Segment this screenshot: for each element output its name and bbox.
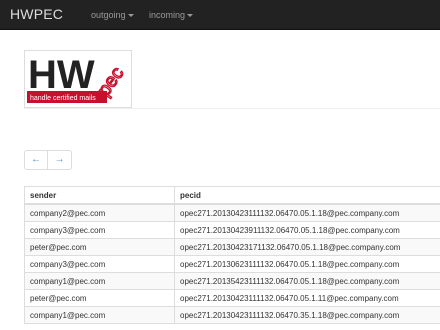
column-header-sender[interactable]: sender: [24, 186, 175, 205]
sender-cell: company1@pec.com: [24, 306, 175, 324]
table-header-row: sender pecid: [24, 186, 440, 205]
top-navbar: HWPEC outgoing incoming: [0, 0, 440, 30]
mail-table: sender pecid company2@pec.com opec271.20…: [24, 186, 440, 324]
outgoing-menu[interactable]: outgoing: [91, 10, 134, 20]
pecid-cell: opec271.20135423111132.06470.05.1.18@pec…: [174, 272, 440, 290]
pecid-cell: opec271.20130623111132.06470.05.1.18@pec…: [174, 255, 440, 273]
logo-tagline: handle certified mails: [30, 95, 96, 102]
pecid-cell: opec271.20130423171132.06470.05.1.18@pec…: [174, 238, 440, 256]
next-page-button[interactable]: →: [48, 150, 72, 170]
logo-letters: HW: [28, 53, 95, 97]
incoming-menu-label: incoming: [149, 10, 186, 20]
column-header-pecid[interactable]: pecid: [174, 186, 440, 205]
pager: ← →: [24, 150, 72, 170]
sender-cell: company2@pec.com: [24, 203, 175, 222]
previous-page-button[interactable]: ←: [24, 150, 48, 170]
hwpec-logo: HW pec handle certified mails: [24, 50, 132, 108]
brand-link[interactable]: HWPEC: [10, 6, 63, 22]
page-header-divider: [24, 108, 440, 109]
pecid-cell: opec271.20130423111132.06470.05.1.18@pec…: [174, 203, 440, 222]
caret-down-icon: [187, 14, 194, 18]
table-row[interactable]: peter@pec.com opec271.20130423111132.064…: [24, 289, 440, 307]
sender-cell: company3@pec.com: [24, 255, 175, 273]
pecid-cell: opec271.20130423111132.06470.05.1.11@pec…: [174, 289, 440, 307]
pecid-cell: opec271.20130423911132.06470.05.1.18@pec…: [174, 221, 440, 239]
table-row[interactable]: company3@pec.com opec271.20130623111132.…: [24, 255, 440, 273]
sender-cell: company3@pec.com: [24, 221, 175, 239]
pecid-cell: opec271.20130423111132.06470.35.1.18@pec…: [174, 306, 440, 324]
sender-cell: company1@pec.com: [24, 272, 175, 290]
table-row[interactable]: company1@pec.com opec271.20130423111132.…: [24, 306, 440, 324]
sender-cell: peter@pec.com: [24, 238, 175, 256]
table-row[interactable]: peter@pec.com opec271.20130423171132.064…: [24, 238, 440, 256]
incoming-menu[interactable]: incoming: [149, 10, 194, 20]
table-row[interactable]: company3@pec.com opec271.20130423911132.…: [24, 221, 440, 239]
table-row[interactable]: company1@pec.com opec271.20135423111132.…: [24, 272, 440, 290]
outgoing-menu-label: outgoing: [91, 10, 126, 20]
caret-down-icon: [127, 14, 134, 18]
table-row[interactable]: company2@pec.com opec271.20130423111132.…: [24, 203, 440, 222]
sender-cell: peter@pec.com: [24, 289, 175, 307]
logo-graphic: HW pec handle certified mails: [27, 53, 129, 103]
